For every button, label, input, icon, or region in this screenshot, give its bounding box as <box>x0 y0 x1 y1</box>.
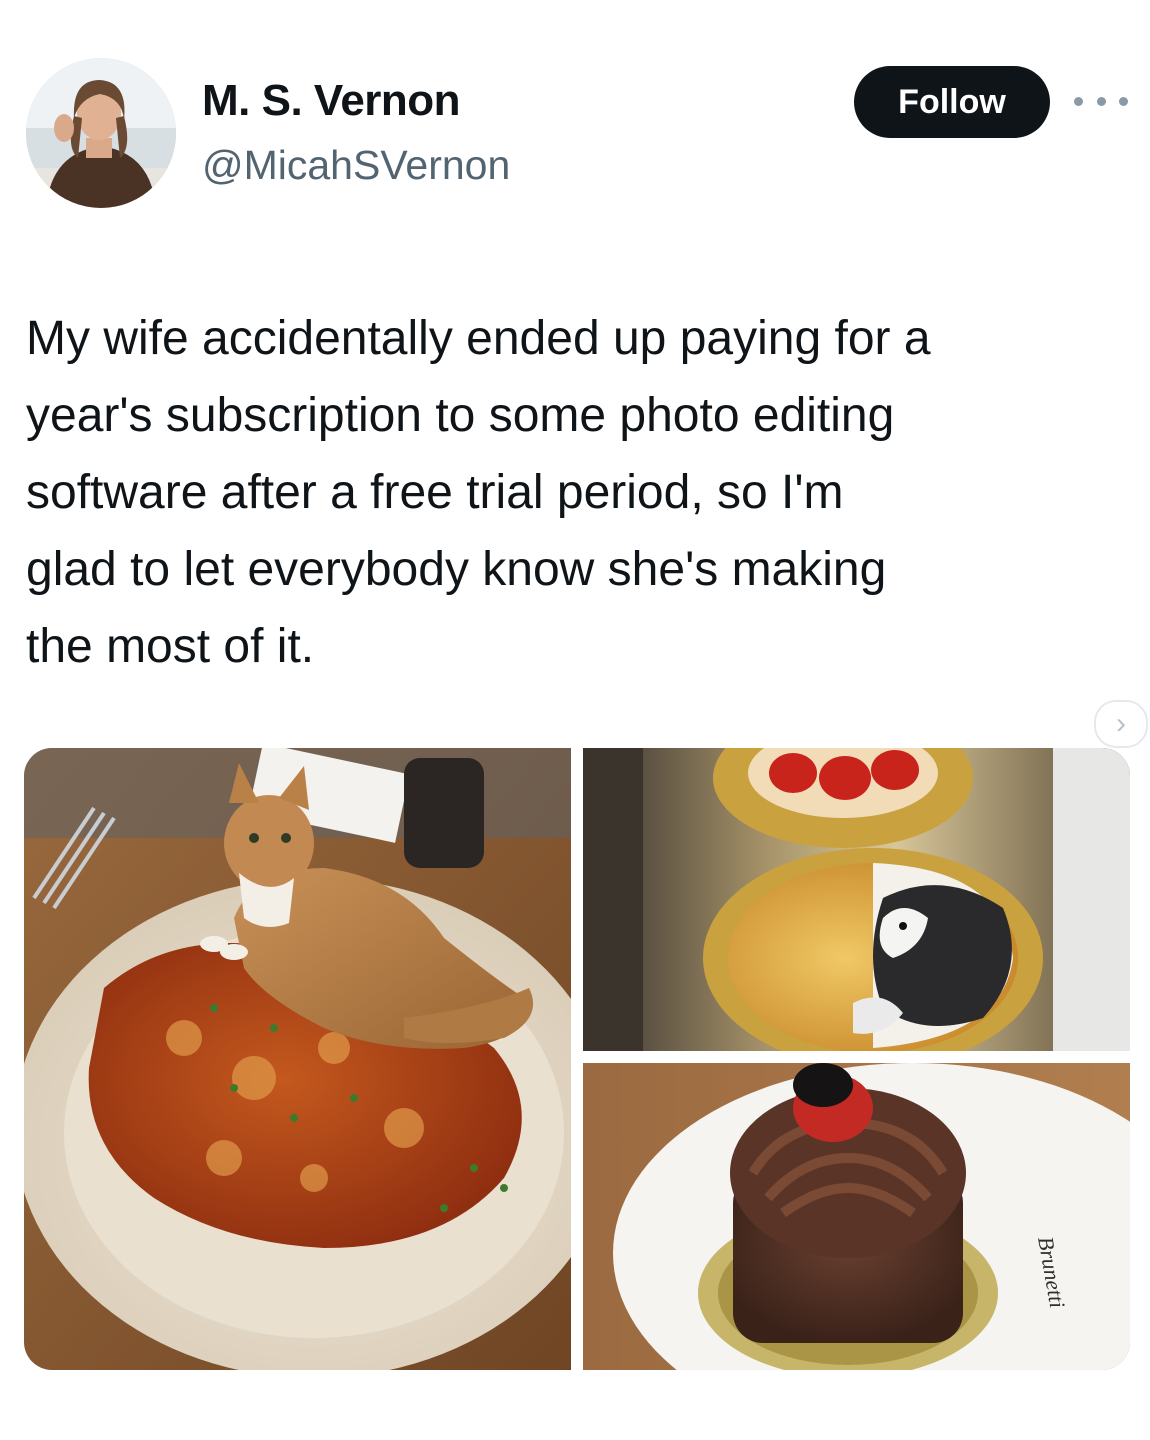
more-dot <box>1119 96 1128 106</box>
photo-chocolate-cake[interactable]: Brunetti <box>583 1063 1130 1370</box>
photo-husky-tart[interactable] <box>583 748 1130 1051</box>
photo-cat-lasagna[interactable] <box>24 748 571 1370</box>
author-avatar[interactable] <box>26 58 176 208</box>
media-grid: Brunetti <box>24 748 1130 1370</box>
more-options-icon[interactable] <box>1074 90 1128 112</box>
tweet-text: My wife accidentally ended up paying for… <box>26 312 931 673</box>
chevron-right-icon[interactable]: › <box>1094 700 1148 748</box>
author-handle[interactable]: @MicahSVernon <box>202 142 510 189</box>
more-dot <box>1096 96 1106 106</box>
author-display-name[interactable]: M. S. Vernon <box>202 76 461 126</box>
follow-button[interactable]: Follow <box>854 66 1050 138</box>
more-dot <box>1074 96 1083 106</box>
